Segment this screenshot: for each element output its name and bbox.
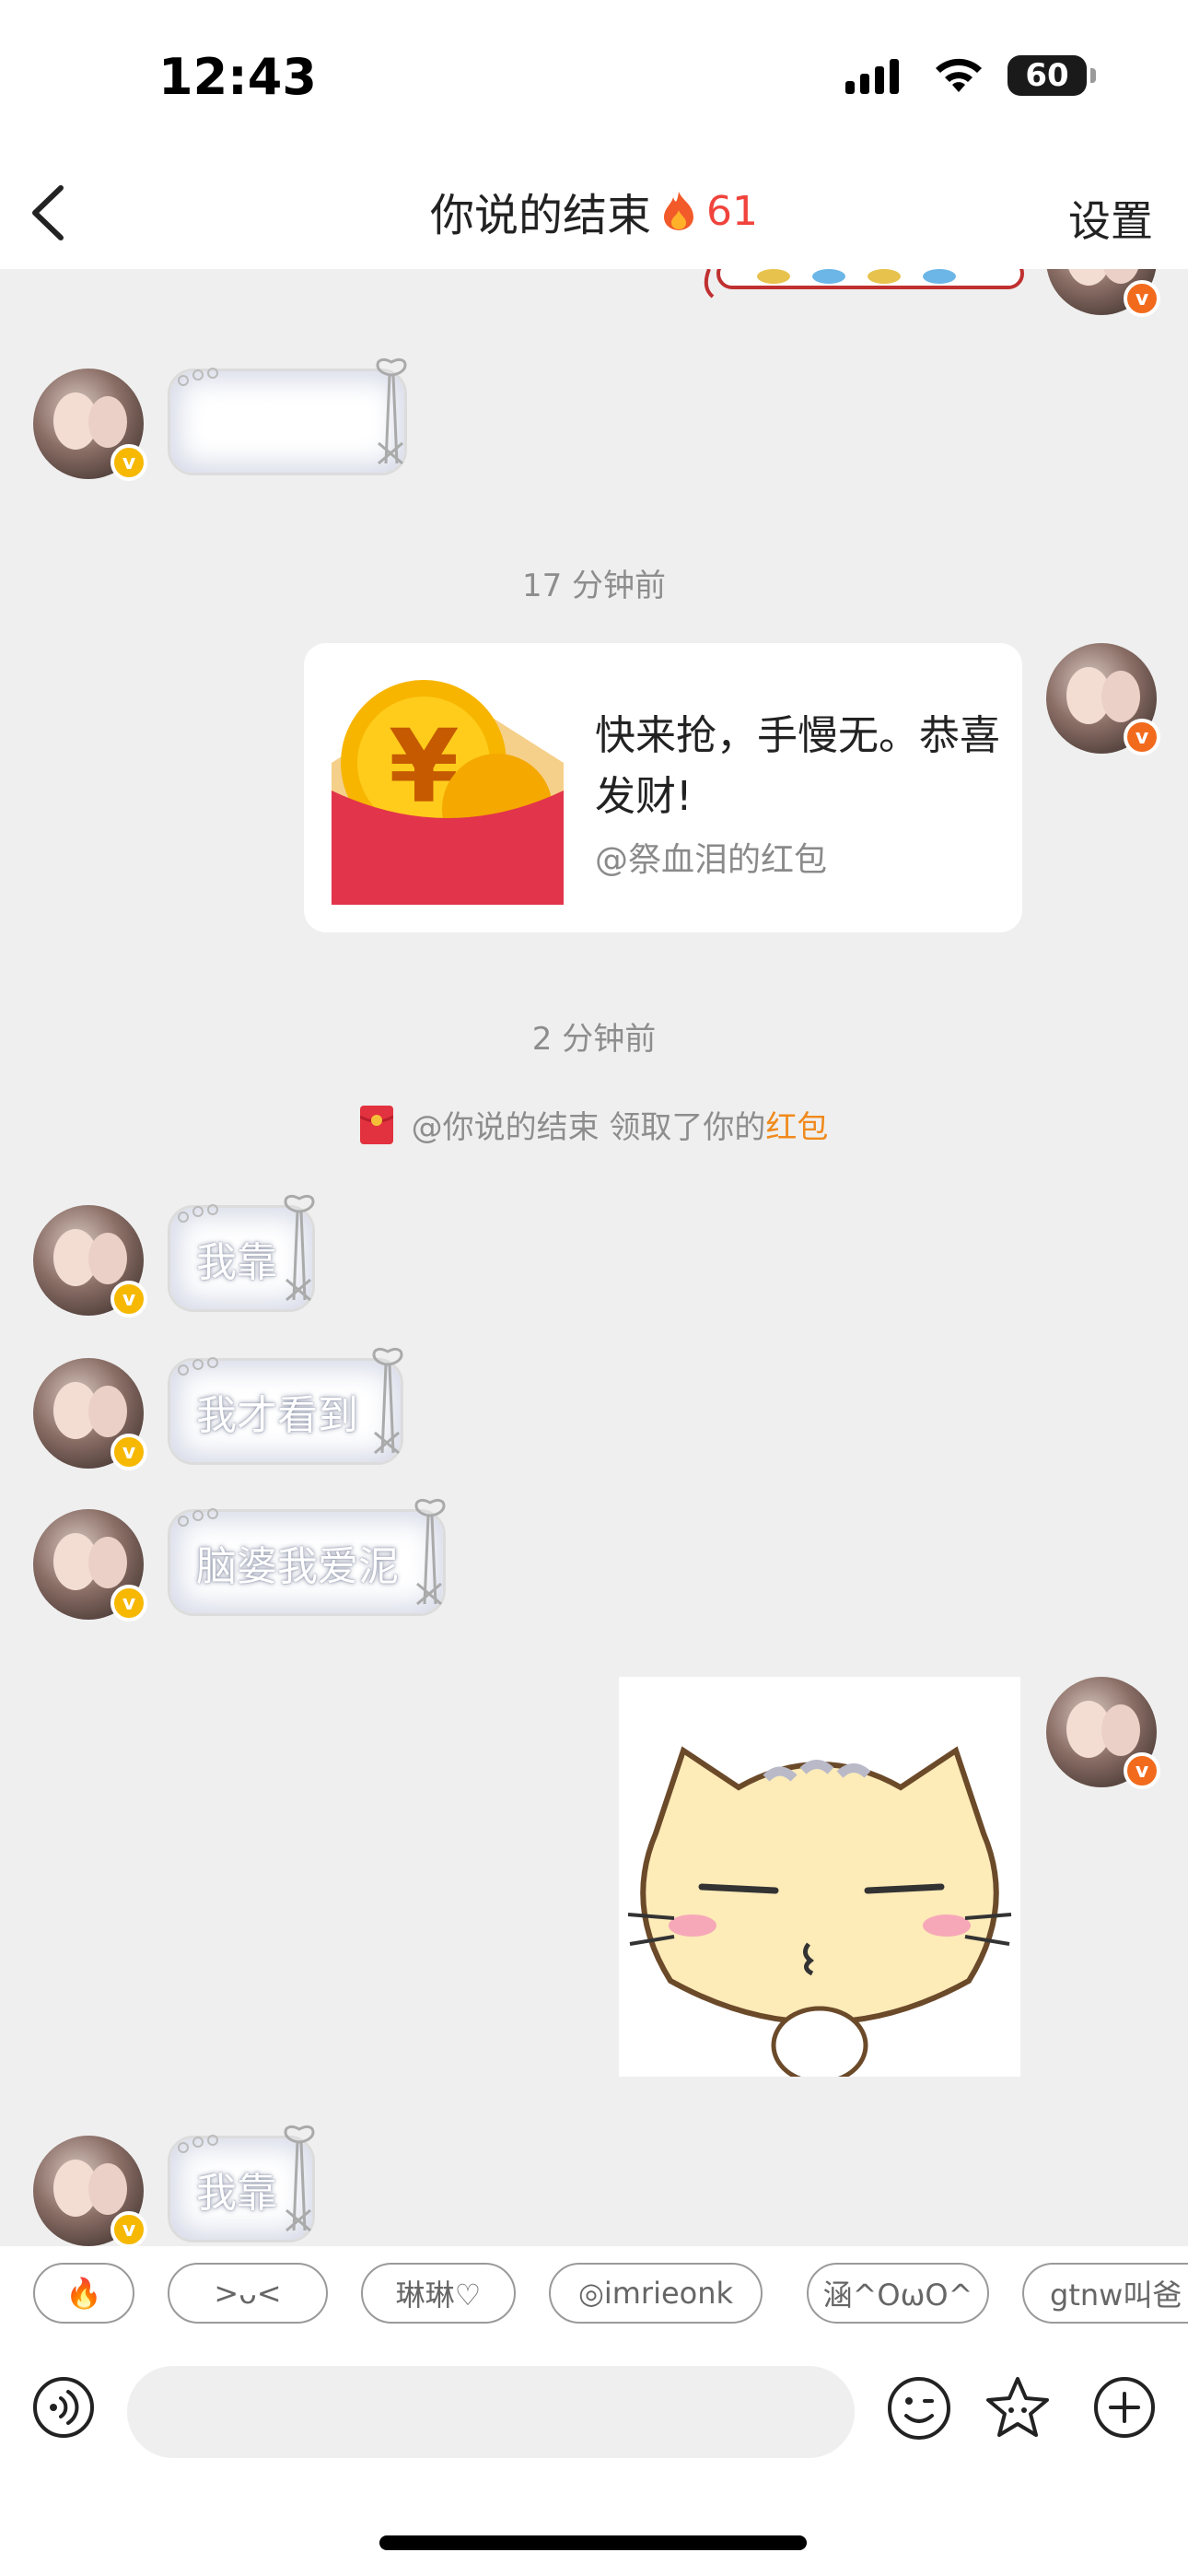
message-bubble[interactable]: 我才看到 xyxy=(168,1348,403,1465)
avatar[interactable]: v xyxy=(33,1358,147,1470)
message-text: 脑婆我爱泥 xyxy=(196,1543,399,1590)
signal-icon xyxy=(845,59,899,94)
home-indicator[interactable] xyxy=(379,2535,807,2550)
verified-badge-icon: v xyxy=(111,444,147,481)
message-text: 我才看到 xyxy=(196,1392,358,1439)
message-bubble[interactable]: 脑婆我爱泥 xyxy=(168,1499,446,1616)
timestamp: 2 分钟前 xyxy=(531,1021,657,1058)
plus-icon[interactable] xyxy=(1092,2375,1157,2440)
dots-icon xyxy=(178,1508,218,1527)
message-bubble[interactable]: 我靠 xyxy=(168,2125,315,2242)
verified-badge-icon: v xyxy=(111,1434,147,1470)
battery-indicator: 60 xyxy=(1007,55,1096,96)
message-bubble[interactable]: 我靠 xyxy=(168,1195,315,1312)
settings-button[interactable]: 设置 xyxy=(1068,188,1153,249)
red-packet-card[interactable]: ¥ 快来抢，手慢无。恭喜发财! @祭血泪的红包 xyxy=(304,643,1022,932)
emoji-icon[interactable] xyxy=(886,2375,952,2441)
avatar[interactable]: v xyxy=(33,1509,147,1622)
system-notice: @你说的结束 领取了你的 红包 xyxy=(0,1102,1188,1147)
quick-reply-bar[interactable]: 🔥 >ᴗ< 琳琳♡ ◎imrieonk 涵^OωO^ gtnw叫爸 xyxy=(0,2246,1188,2338)
ribbon-icon xyxy=(284,2125,315,2232)
wifi-icon xyxy=(936,58,982,92)
dots-icon xyxy=(178,2135,218,2153)
verified-badge-icon: v xyxy=(1124,1752,1160,1789)
streak-count: 61 xyxy=(706,187,758,235)
avatar[interactable]: v xyxy=(1046,269,1160,317)
avatar[interactable]: v xyxy=(1046,1677,1160,1789)
avatar[interactable]: v xyxy=(33,2136,147,2248)
dots-icon xyxy=(178,368,218,386)
message-bubble[interactable]: 😭😭😭 xyxy=(168,358,407,475)
quick-reply-chip[interactable]: 琳琳♡ xyxy=(361,2263,516,2324)
ribbon-icon xyxy=(414,1499,446,1606)
red-packet-small-icon xyxy=(359,1105,393,1144)
chat-messages[interactable]: v v 😭😭😭 17 分钟前 ¥ 快来抢，手慢无。恭喜发财! @祭血泪的红包 v… xyxy=(0,269,1188,2248)
red-packet-icon: ¥ xyxy=(332,680,564,905)
message-input[interactable] xyxy=(127,2366,855,2458)
cat-sticker-icon xyxy=(627,1746,1012,2085)
verified-badge-icon: v xyxy=(111,2211,147,2248)
avatar[interactable]: v xyxy=(1046,643,1160,755)
message-text: 😭😭😭 xyxy=(196,397,345,447)
chat-title: 你说的结束 xyxy=(429,190,651,241)
message-text: 我靠 xyxy=(196,1239,277,1286)
quick-reply-chip[interactable]: gtnw叫爸 xyxy=(1022,2263,1188,2324)
nav-bar: 你说的结束 61 设置 xyxy=(0,157,1188,269)
quick-reply-chip[interactable]: 涵^OωO^ xyxy=(807,2263,989,2324)
fire-icon xyxy=(664,192,693,230)
ribbon-icon xyxy=(284,1195,315,1302)
avatar[interactable]: v xyxy=(33,1205,147,1317)
chat-header: 你说的结束 61 xyxy=(0,179,1188,243)
ribbon-icon xyxy=(372,1348,403,1455)
message-text: 我靠 xyxy=(196,2170,277,2217)
dots-icon xyxy=(178,1204,218,1223)
quick-reply-chip[interactable]: 🔥 xyxy=(33,2263,134,2324)
ribbon-icon xyxy=(376,358,407,465)
timestamp: 17 分钟前 xyxy=(521,568,667,604)
status-bar: 12:43 60 xyxy=(0,0,1188,157)
notice-text: @你说的结束 领取了你的 xyxy=(411,1109,766,1146)
status-icons: 60 xyxy=(844,55,1096,96)
voice-icon[interactable] xyxy=(31,2375,96,2440)
verified-badge-icon: v xyxy=(111,1585,147,1622)
dots-icon xyxy=(178,1357,218,1376)
red-packet-sender: @祭血泪的红包 xyxy=(595,841,828,879)
verified-badge-icon: v xyxy=(1124,280,1160,317)
partial-sticker xyxy=(704,269,1024,299)
status-time: 12:43 xyxy=(158,48,317,106)
quick-reply-chip[interactable]: ◎imrieonk xyxy=(549,2263,763,2324)
star-sticker-icon[interactable] xyxy=(984,2373,1052,2441)
avatar[interactable]: v xyxy=(33,369,147,481)
cat-sticker-image[interactable] xyxy=(619,1677,1020,2085)
notice-red-packet-link[interactable]: 红包 xyxy=(765,1102,828,1147)
red-packet-greeting: 快来抢，手慢无。恭喜发财! xyxy=(595,712,1000,820)
quick-reply-chip[interactable]: >ᴗ< xyxy=(168,2263,328,2324)
verified-badge-icon: v xyxy=(1124,719,1160,755)
verified-badge-icon: v xyxy=(111,1281,147,1317)
